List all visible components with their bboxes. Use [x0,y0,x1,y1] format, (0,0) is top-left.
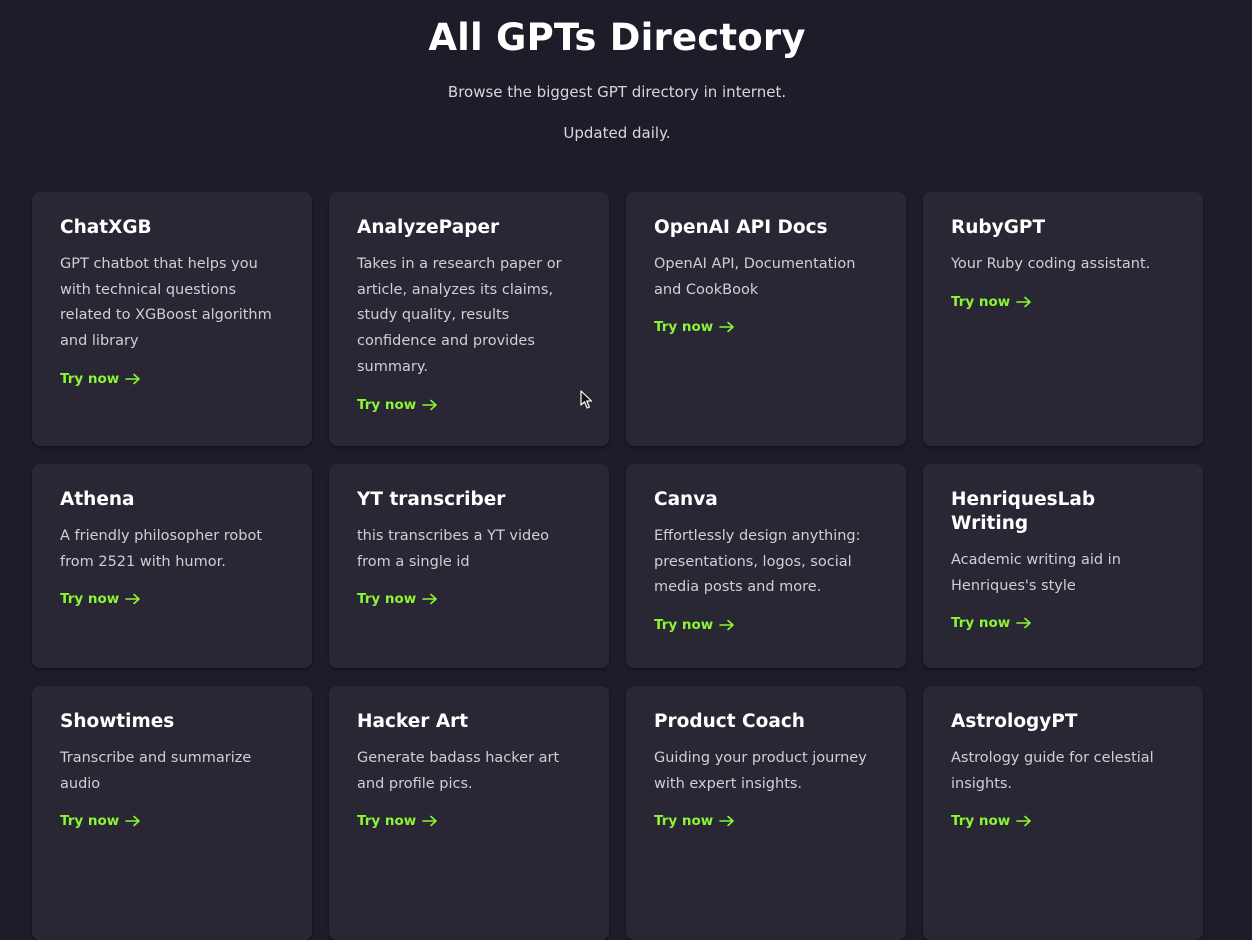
try-now-label: Try now [60,370,120,387]
try-now-label: Try now [60,813,120,830]
try-now-link[interactable]: Try now [654,319,735,335]
card-title: Showtimes [60,711,175,732]
gpt-card: AstrologyPT Astrology guide for celestia… [923,686,1203,940]
gpt-card: Canva Effortlessly design anything: pres… [626,464,906,668]
try-now-label: Try now [654,319,714,336]
gpt-card: AnalyzePaper Takes in a research paper o… [329,192,609,446]
card-description: this transcribes a YT video from a singl… [357,528,550,570]
gpt-card: YT transcriber this transcribes a YT vid… [329,464,609,668]
try-now-link[interactable]: Try now [951,294,1032,310]
card-title: Product Coach [654,711,805,732]
gpt-card: OpenAI API Docs OpenAI API, Documentatio… [626,192,906,446]
try-now-label: Try now [951,813,1011,830]
card-description: OpenAI API, Documentation and CookBook [654,256,856,298]
arrow-right-icon [1016,296,1032,308]
card-description: Transcribe and summarize audio [60,750,252,792]
card-title: OpenAI API Docs [654,217,828,238]
gpt-card: Hacker Art Generate badass hacker art an… [329,686,609,940]
card-description: Astrology guide for celestial insights. [951,750,1154,792]
card-description: Academic writing aid in Henriques's styl… [951,552,1121,594]
arrow-right-icon [125,373,141,385]
gpt-card: ChatXGB GPT chatbot that helps you with … [32,192,312,446]
gpt-card: Showtimes Transcribe and summarize audio… [32,686,312,940]
try-now-link[interactable]: Try now [951,615,1032,631]
page-subtitle: Browse the biggest GPT directory in inte… [447,83,787,101]
arrow-right-icon [125,816,141,827]
updated-note: Updated daily. [563,124,671,142]
arrow-right-icon [719,322,735,333]
card-title: HenriquesLab Writing [951,489,1096,534]
arrow-right-icon [125,594,141,605]
card-title: AstrologyPT [951,711,1078,732]
try-now-link[interactable]: Try now [357,813,438,829]
arrow-right-icon [1016,618,1032,629]
try-now-label: Try now [654,813,714,830]
card-description: GPT chatbot that helps you with technica… [60,256,272,350]
arrow-right-icon [422,399,438,410]
gpt-card: Product Coach Guiding your product journ… [626,686,906,940]
try-now-label: Try now [951,293,1011,310]
card-description: A friendly philosopher robot from 2521 w… [60,528,263,570]
arrow-right-icon [719,619,735,631]
gpt-card: HenriquesLab Writing Academic writing ai… [923,464,1203,668]
try-now-label: Try now [654,617,714,634]
try-now-link[interactable]: Try now [60,591,141,607]
try-now-link[interactable]: Try now [357,397,438,413]
arrow-right-icon [422,816,438,827]
card-title: YT transcriber [357,489,506,510]
try-now-label: Try now [357,813,417,830]
try-now-label: Try now [357,591,417,608]
card-description: Your Ruby coding assistant. [951,256,1151,272]
card-description: Takes in a research paper or article, an… [357,256,562,375]
card-title: Canva [654,489,718,510]
card-description: Generate badass hacker art and profile p… [357,750,560,792]
gpt-card: Athena A friendly philosopher robot from… [32,464,312,668]
arrow-right-icon [719,816,735,827]
gpt-card: RubyGPT Your Ruby coding assistant. Try … [923,192,1203,446]
try-now-label: Try now [951,615,1011,632]
card-title: AnalyzePaper [357,217,500,238]
try-now-link[interactable]: Try now [654,617,735,633]
gpt-card-grid: ChatXGB GPT chatbot that helps you with … [32,192,1205,940]
page-title: All GPTs Directory [428,16,806,59]
card-title: Hacker Art [357,711,469,732]
arrow-right-icon [1016,816,1032,827]
arrow-right-icon [422,594,438,605]
page-header: All GPTs Directory Browse the biggest GP… [0,0,1234,142]
try-now-link[interactable]: Try now [60,813,141,829]
card-description: Guiding your product journey with expert… [654,750,867,792]
card-title: ChatXGB [60,217,152,238]
try-now-link[interactable]: Try now [654,813,735,829]
mouse-pointer-icon [580,390,593,409]
try-now-label: Try now [357,396,417,413]
try-now-link[interactable]: Try now [60,371,141,387]
card-title: RubyGPT [951,217,1046,238]
try-now-link[interactable]: Try now [357,591,438,607]
card-description: Effortlessly design anything: presentati… [654,528,861,596]
try-now-link[interactable]: Try now [951,813,1032,829]
try-now-label: Try now [60,591,120,608]
card-title: Athena [60,489,135,510]
